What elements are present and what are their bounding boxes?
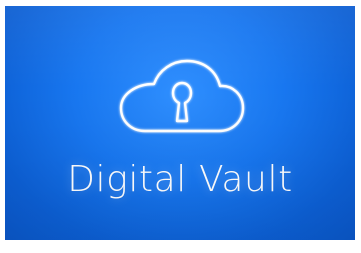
- digital-vault-banner: Digital Vault: [5, 6, 355, 240]
- cloud-keyhole-icon: [119, 59, 245, 133]
- brand-title: Digital Vault: [67, 159, 293, 200]
- keyhole-outline: [171, 81, 193, 123]
